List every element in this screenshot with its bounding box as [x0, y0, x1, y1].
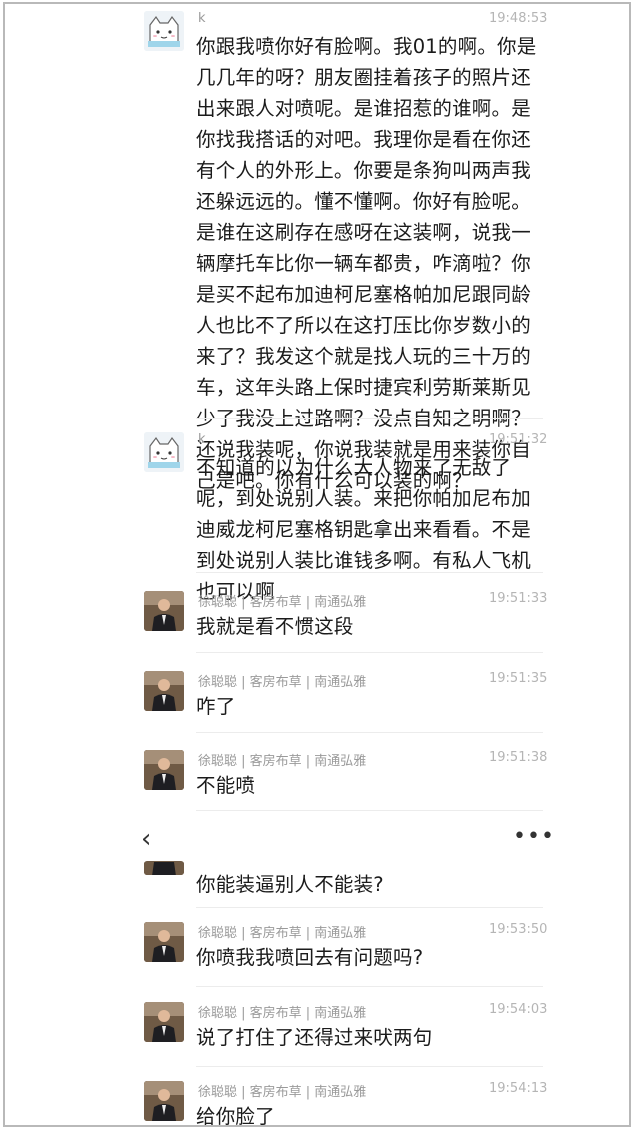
person-avatar-icon [144, 922, 184, 962]
chevron-left-icon: ‹ [141, 824, 152, 854]
more-button[interactable]: ••• [513, 824, 555, 849]
cat-avatar-icon [144, 432, 184, 472]
avatar-user[interactable] [144, 591, 184, 631]
message-time: 19:54:13 [489, 1081, 548, 1096]
sender-name: 徐聪聪 | 客房布草 | 南通弘雅 [198, 1006, 367, 1021]
divider [196, 810, 543, 811]
sender-name: k [198, 432, 206, 447]
sender-name: 徐聪聪 | 客房布草 | 南通弘雅 [198, 675, 367, 690]
sender-name: 徐聪聪 | 客房布草 | 南通弘雅 [198, 595, 367, 610]
back-button[interactable]: ‹ [141, 824, 151, 854]
message-text[interactable]: 不知道的以为什么大人物来了无敌了呢，到处说别人装。来把你帕加尼布加迪威龙柯尼塞格… [196, 452, 546, 607]
divider [196, 572, 543, 573]
person-avatar-icon [144, 671, 184, 711]
avatar-user[interactable] [144, 1081, 184, 1121]
message-time: 19:53:50 [489, 922, 548, 937]
chat-screenshot: k 19:48:53 你跟我喷你好有脸啊。我01的啊。你是几几年的呀？朋友圈挂着… [3, 2, 631, 1127]
divider [196, 1066, 543, 1067]
message-text[interactable]: 你能装逼别人不能装? [196, 869, 546, 900]
person-avatar-icon [144, 591, 184, 631]
avatar-user[interactable] [144, 922, 184, 962]
message-time: 19:51:35 [489, 671, 548, 686]
message-time: 19:48:53 [489, 11, 548, 26]
person-avatar-icon [144, 750, 184, 790]
message-time: 19:51:32 [489, 432, 548, 447]
message-text[interactable]: 给你脸了 [196, 1101, 546, 1125]
avatar-cat[interactable] [144, 432, 184, 472]
divider [196, 652, 543, 653]
more-dots-icon: ••• [513, 824, 555, 849]
person-avatar-icon [144, 1081, 184, 1121]
person-avatar-icon [144, 861, 184, 875]
avatar-user[interactable] [144, 671, 184, 711]
sender-name: k [198, 11, 206, 26]
message-time: 19:51:33 [489, 591, 548, 606]
divider [196, 986, 543, 987]
avatar-user[interactable] [144, 750, 184, 790]
avatar-user[interactable] [144, 861, 184, 875]
divider [196, 732, 543, 733]
message-text[interactable]: 你喷我我喷回去有问题吗? [196, 942, 546, 973]
message-text[interactable]: 咋了 [196, 691, 546, 722]
sender-name: 徐聪聪 | 客房布草 | 南通弘雅 [198, 1085, 367, 1100]
sender-name: 徐聪聪 | 客房布草 | 南通弘雅 [198, 754, 367, 769]
sender-name: 徐聪聪 | 客房布草 | 南通弘雅 [198, 926, 367, 941]
message-time: 19:51:38 [489, 750, 548, 765]
message-text[interactable]: 说了打住了还得过来吠两句 [196, 1022, 546, 1053]
message-text[interactable]: 你跟我喷你好有脸啊。我01的啊。你是几几年的呀？朋友圈挂着孩子的照片还出来跟人对… [196, 31, 546, 496]
cat-avatar-icon [144, 11, 184, 51]
message-time: 19:54:03 [489, 1002, 548, 1017]
message-text[interactable]: 我就是看不惯这段 [196, 611, 546, 642]
message-text[interactable]: 不能喷 [196, 770, 546, 801]
divider [196, 907, 543, 908]
divider [196, 418, 543, 419]
avatar-user[interactable] [144, 1002, 184, 1042]
avatar-cat[interactable] [144, 11, 184, 51]
person-avatar-icon [144, 1002, 184, 1042]
